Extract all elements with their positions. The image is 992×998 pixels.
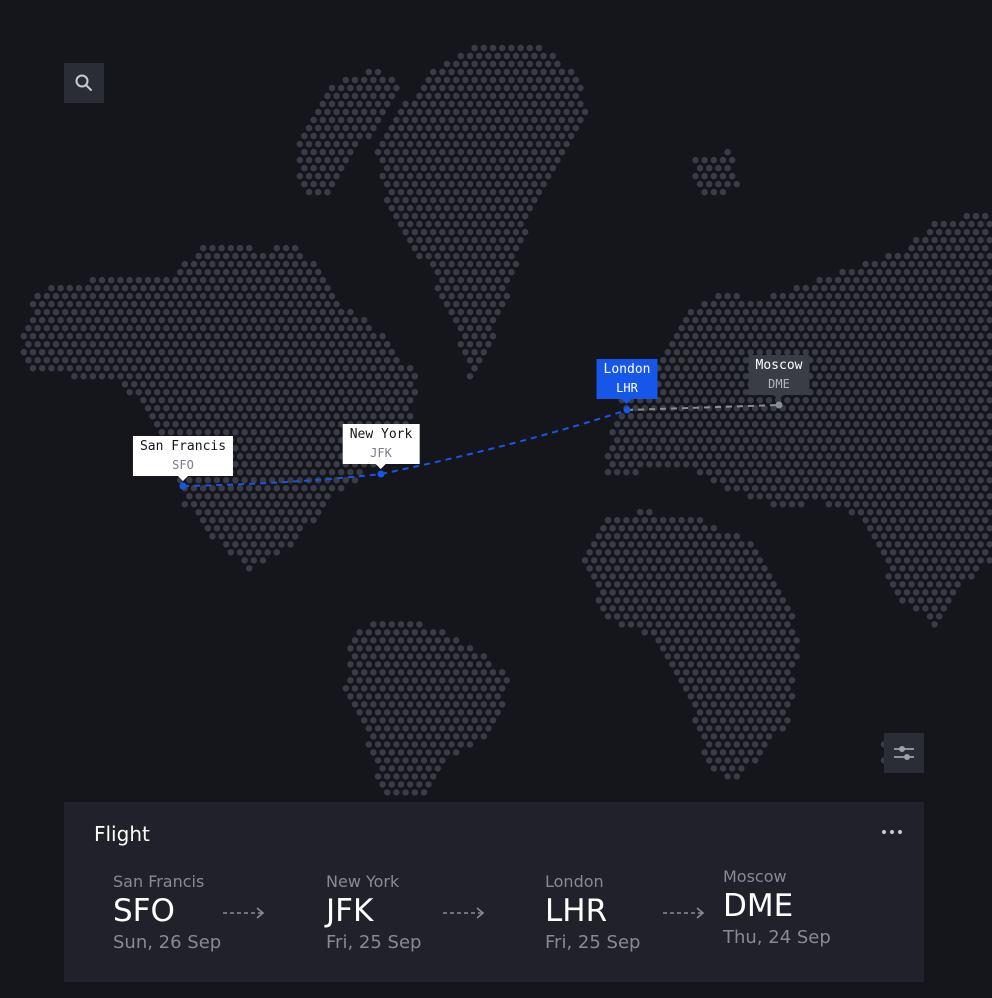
- marker-dot-dme: [775, 401, 783, 409]
- stop-city: New York: [326, 872, 400, 891]
- marker-city: London: [603, 362, 651, 377]
- marker-city: San Francis: [139, 439, 227, 454]
- marker-code: DME: [768, 377, 790, 391]
- flight-panel: Flight San Francis SFO Sun, 26 Sep New Y…: [64, 802, 924, 982]
- panel-title: Flight: [94, 822, 150, 846]
- marker-city: New York: [349, 427, 413, 442]
- arrow-right-icon: [663, 907, 705, 919]
- more-dots-icon[interactable]: [880, 822, 904, 842]
- arrow-right-icon: [223, 907, 265, 919]
- search-icon: [75, 74, 92, 91]
- marker-label-sfo[interactable]: San Francis SFO: [132, 436, 234, 481]
- marker-dot-lhr: [623, 406, 631, 414]
- marker-label-jfk[interactable]: New York JFK: [342, 424, 420, 469]
- arrow-right-icon: [443, 907, 485, 919]
- stop-code: JFK: [326, 893, 374, 929]
- marker-code: LHR: [616, 381, 638, 395]
- stop-date: Fri, 25 Sep: [545, 932, 641, 953]
- sliders-icon: [894, 746, 914, 760]
- flight-stop-lhr[interactable]: London LHR Fri, 25 Sep: [545, 872, 640, 953]
- stop-code: DME: [723, 888, 794, 924]
- marker-code: JFK: [370, 446, 392, 460]
- marker-city: Moscow: [755, 358, 803, 373]
- flight-stop-jfk[interactable]: New York JFK Fri, 25 Sep: [326, 872, 421, 953]
- search-button[interactable]: [64, 63, 104, 103]
- marker-dot-sfo: [179, 482, 187, 490]
- marker-code: SFO: [172, 458, 194, 472]
- stop-city: Moscow: [723, 867, 787, 886]
- stop-date: Thu, 24 Sep: [723, 927, 831, 948]
- flight-stop-sfo[interactable]: San Francis SFO Sun, 26 Sep: [113, 872, 221, 953]
- flight-stop-dme[interactable]: Moscow DME Thu, 24 Sep: [723, 867, 831, 948]
- stop-city: San Francis: [113, 872, 205, 891]
- marker-dot-jfk: [377, 470, 385, 478]
- stop-code: SFO: [113, 893, 175, 929]
- stop-city: London: [545, 872, 604, 891]
- marker-label-lhr[interactable]: London LHR: [596, 359, 658, 404]
- marker-label-dme[interactable]: Moscow DME: [748, 355, 810, 400]
- land-dots: [20, 44, 992, 796]
- stop-date: Fri, 25 Sep: [326, 932, 422, 953]
- stop-date: Sun, 26 Sep: [113, 932, 222, 953]
- filter-button[interactable]: [884, 733, 924, 773]
- stop-code: LHR: [545, 893, 608, 929]
